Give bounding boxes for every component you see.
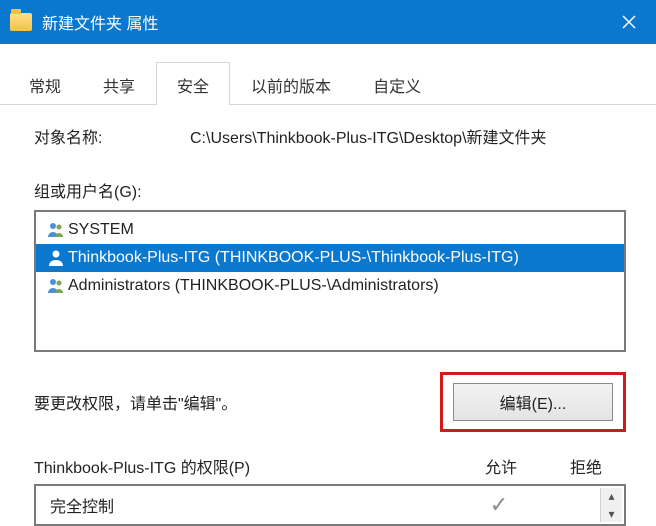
permissions-title: Thinkbook-Plus-ITG 的权限(P) [34, 454, 456, 478]
permission-row-name: 完全控制 [50, 493, 454, 517]
tab-share[interactable]: 共享 [82, 62, 156, 105]
object-name-row: 对象名称: C:\Users\Thinkbook-Plus-ITG\Deskto… [34, 124, 626, 148]
permissions-header: Thinkbook-Plus-ITG 的权限(P) 允许 拒绝 [34, 454, 626, 478]
close-button[interactable] [602, 0, 656, 44]
tab-general[interactable]: 常规 [8, 62, 82, 105]
object-name-label: 对象名称: [34, 124, 190, 148]
deny-column-header: 拒绝 [546, 454, 626, 478]
tab-label: 以前的版本 [251, 79, 331, 96]
tab-label: 常规 [29, 79, 61, 96]
users-icon [44, 220, 68, 240]
object-name-value: C:\Users\Thinkbook-Plus-ITG\Desktop\新建文件… [190, 124, 626, 148]
window-title: 新建文件夹 属性 [42, 10, 158, 34]
users-icon [44, 276, 68, 296]
permissions-list: 完全控制 ✓ ▴ ▾ [34, 484, 626, 526]
scroll-down-icon[interactable]: ▾ [608, 506, 614, 522]
tab-label: 安全 [177, 79, 209, 96]
permission-allow-cell: ✓ [454, 492, 544, 518]
tab-label: 自定义 [373, 79, 421, 96]
list-item-label: Administrators (THINKBOOK-PLUS-\Administ… [68, 274, 439, 298]
groups-listbox[interactable]: SYSTEM Thinkbook-Plus-ITG (THINKBOOK-PLU… [34, 210, 626, 352]
allow-column-header: 允许 [456, 454, 546, 478]
titlebar: 新建文件夹 属性 [0, 0, 656, 44]
scroll-up-icon[interactable]: ▴ [608, 488, 614, 504]
user-icon [44, 248, 68, 268]
edit-button-highlight: 编辑(E)... [440, 372, 626, 432]
edit-row: 要更改权限，请单击"编辑"。 编辑(E)... [34, 372, 626, 432]
list-item-label: SYSTEM [68, 218, 134, 242]
scrollbar[interactable]: ▴ ▾ [600, 488, 622, 522]
list-item[interactable]: Thinkbook-Plus-ITG (THINKBOOK-PLUS-\Thin… [36, 244, 624, 272]
list-item[interactable]: Administrators (THINKBOOK-PLUS-\Administ… [36, 272, 624, 300]
folder-icon [10, 13, 32, 31]
edit-button-label: 编辑(E)... [500, 396, 567, 413]
edit-hint: 要更改权限，请单击"编辑"。 [34, 390, 440, 414]
edit-button[interactable]: 编辑(E)... [453, 383, 613, 421]
tab-label: 共享 [103, 79, 135, 96]
groups-label: 组或用户名(G): [34, 178, 626, 202]
close-icon [622, 15, 636, 29]
list-item[interactable]: SYSTEM [36, 216, 624, 244]
tab-security[interactable]: 安全 [156, 62, 230, 105]
list-item-label: Thinkbook-Plus-ITG (THINKBOOK-PLUS-\Thin… [68, 246, 519, 270]
security-panel: 对象名称: C:\Users\Thinkbook-Plus-ITG\Deskto… [0, 106, 656, 526]
tab-previous-versions[interactable]: 以前的版本 [230, 62, 352, 105]
tabs: 常规 共享 安全 以前的版本 自定义 [0, 58, 656, 106]
tab-customize[interactable]: 自定义 [352, 62, 442, 105]
